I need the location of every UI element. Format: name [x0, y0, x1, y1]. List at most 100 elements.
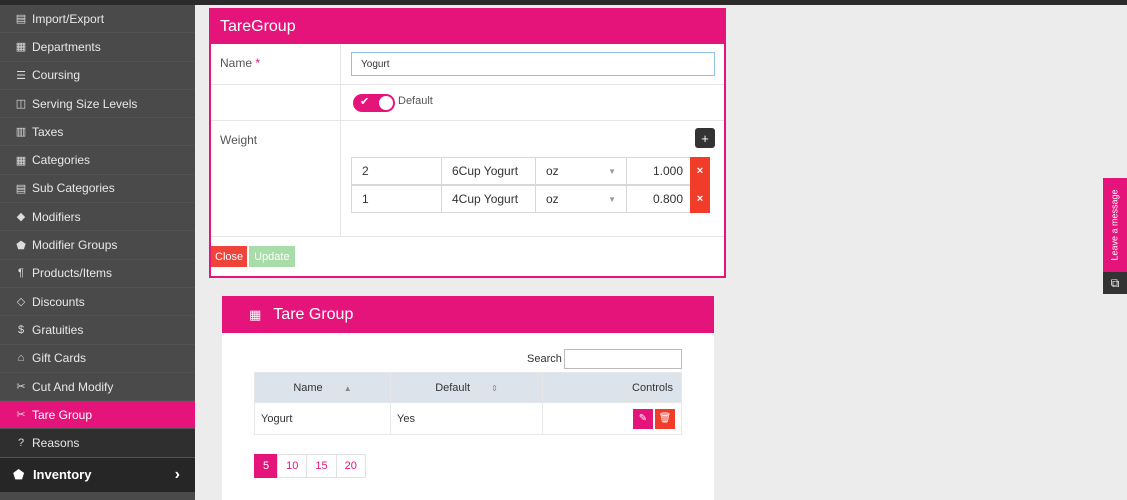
default-row: ✔ Default: [211, 85, 724, 121]
sidebar-item-label: Departments: [32, 39, 101, 54]
table-icon: ▦: [249, 306, 262, 322]
sidebar-item-label: Discounts: [32, 294, 85, 309]
weight-amount-field[interactable]: 1.000: [626, 157, 691, 185]
weight-unit-select[interactable]: oz ▼: [535, 157, 627, 185]
tare-group-icon: ✂: [16, 409, 26, 422]
required-mark: *: [255, 56, 261, 70]
name-label: Name *: [211, 44, 341, 84]
row-controls: ✎ 🗑: [549, 408, 675, 429]
form-title: TareGroup: [211, 10, 724, 44]
weight-qty-field[interactable]: 2: [351, 157, 442, 185]
sidebar-item-sub-categories[interactable]: ▤ Sub Categories: [0, 175, 195, 204]
weight-unit-select[interactable]: oz ▼: [535, 185, 627, 213]
sidebar-item-label: Gift Cards: [32, 351, 87, 366]
sidebar-item-label: Modifiers: [32, 209, 81, 224]
page-size-selector: 5 10 15 20: [254, 454, 366, 478]
grid-header: ▦ Tare Group: [222, 296, 714, 333]
chevron-right-icon: ›: [174, 465, 180, 483]
sort-icon: ⇕: [491, 383, 498, 393]
sidebar-item-label: Serving Size Levels: [32, 96, 138, 111]
name-value-cell: [341, 44, 724, 84]
search-label: Search: [527, 353, 562, 365]
chevron-down-icon: ▼: [608, 194, 616, 204]
cell-controls: ✎ 🗑: [542, 402, 682, 435]
modifiers-icon: ◆: [16, 211, 26, 224]
import-export-icon: ▤: [15, 13, 27, 26]
sidebar-item-products-items[interactable]: ¶ Products/Items: [0, 260, 195, 288]
weight-unit-value: oz: [546, 192, 559, 206]
sidebar-item-modifier-groups[interactable]: ⬟ Modifier Groups: [0, 231, 195, 260]
inventory-icon: ⬟: [13, 466, 25, 482]
cell-default: Yes: [390, 402, 543, 435]
sidebar-item-label: Import/Export: [32, 11, 105, 26]
weight-value-cell: + 2 6Cup Yogurt oz ▼ 1.000 × 1 4Cup Yogurt oz ▼ 0.…: [341, 121, 724, 236]
trash-icon[interactable]: 🗑: [655, 408, 675, 429]
table-row[interactable]: Yogurt Yes ✎ 🗑: [254, 402, 682, 435]
sidebar-item-gratuities[interactable]: $ Gratuities: [0, 316, 195, 345]
page-size-option[interactable]: 15: [306, 454, 337, 478]
sidebar-item-categories[interactable]: ▦ Categories: [0, 146, 195, 175]
page-size-option[interactable]: 10: [277, 454, 308, 478]
weight-item-field[interactable]: 6Cup Yogurt: [441, 157, 536, 185]
sidebar-item-gift-cards[interactable]: ⌂ Gift Cards: [0, 345, 195, 373]
close-button[interactable]: Close: [211, 246, 248, 267]
sidebar-item-coursing[interactable]: ☰ Coursing: [0, 62, 195, 90]
sidebar-item-label: Modifier Groups: [32, 238, 118, 253]
weight-qty-field[interactable]: 1: [351, 185, 442, 213]
reasons-icon: ?: [17, 437, 25, 450]
add-weight-button[interactable]: +: [695, 128, 715, 148]
close-icon: ×: [696, 193, 704, 205]
search-input[interactable]: [564, 349, 682, 369]
sidebar-item-serving-size-levels[interactable]: ◫ Serving Size Levels: [0, 90, 195, 119]
modifier-groups-icon: ⬟: [16, 239, 26, 252]
sidebar-item-taxes[interactable]: ▥ Taxes: [0, 118, 195, 147]
name-input[interactable]: [351, 52, 715, 76]
column-header-default[interactable]: Default ⇕: [390, 372, 543, 403]
products-icon: ¶: [18, 267, 24, 280]
toggle-knob: [379, 96, 393, 110]
sidebar-item-label: Tare Group: [32, 407, 93, 422]
column-controls-label: Controls: [632, 381, 673, 394]
sidebar-item-inventory[interactable]: ⬟ Inventory ›: [0, 457, 195, 492]
weight-label: Weight: [211, 121, 341, 236]
sidebar: ▤ Import/Export ▦ Departments ☰ Coursing ◫ Serv…: [0, 5, 195, 500]
table-header-row: Name ▲ Default ⇕ Controls: [254, 372, 682, 403]
grid-title: Tare Group: [273, 305, 354, 323]
delete-weight-button[interactable]: ×: [690, 185, 710, 213]
sidebar-item-label: Categories: [32, 153, 91, 168]
sidebar-item-label: Cut And Modify: [32, 379, 114, 394]
leave-message-tab[interactable]: Leave a message: [1103, 178, 1127, 272]
sidebar-item-reasons[interactable]: ? Reasons: [0, 429, 195, 458]
sidebar-item-tare-group[interactable]: ✂ Tare Group: [0, 401, 195, 430]
sidebar-item-departments[interactable]: ▦ Departments: [0, 33, 195, 62]
coursing-icon: ☰: [16, 69, 26, 82]
delete-weight-button[interactable]: ×: [690, 157, 710, 185]
column-header-name[interactable]: Name ▲: [254, 372, 391, 403]
sidebar-item-modifiers[interactable]: ◆ Modifiers: [0, 203, 195, 232]
sidebar-item-label: Reasons: [32, 436, 80, 451]
update-button[interactable]: Update: [249, 246, 295, 267]
default-toggle[interactable]: ✔: [353, 94, 395, 112]
page-size-option[interactable]: 5: [254, 454, 279, 478]
weight-entry-row: 1 4Cup Yogurt oz ▼ 0.800 ×: [351, 185, 710, 213]
column-name-label: Name: [293, 381, 323, 394]
default-row-label: [211, 85, 341, 120]
weight-amount-field[interactable]: 0.800: [626, 185, 691, 213]
edit-icon[interactable]: ✎: [633, 408, 653, 429]
chevron-down-icon: ▼: [608, 166, 616, 176]
sidebar-item-label: Gratuities: [32, 322, 84, 337]
sidebar-item-cut-and-modify[interactable]: ✂ Cut And Modify: [0, 373, 195, 402]
chat-icon[interactable]: ⧉: [1103, 272, 1127, 294]
column-default-label: Default: [435, 381, 471, 394]
sidebar-item-discounts[interactable]: ◇ Discounts: [0, 288, 195, 317]
weight-item-field[interactable]: 4Cup Yogurt: [441, 185, 536, 213]
sidebar-item-label: Coursing: [32, 68, 81, 83]
sidebar-item-import-export[interactable]: ▤ Import/Export: [0, 5, 195, 34]
weight-row: Weight + 2 6Cup Yogurt oz ▼ 1.000 × 1 4Cup Yogu…: [211, 121, 724, 237]
leave-message-label: Leave a message: [1110, 189, 1121, 261]
gratuities-icon: $: [17, 323, 25, 336]
sort-asc-icon: ▲: [343, 383, 352, 393]
page-size-option[interactable]: 20: [335, 454, 366, 478]
tare-group-table: Name ▲ Default ⇕ Controls Yogurt Yes ✎ 🗑: [254, 372, 682, 435]
discounts-icon: ◇: [16, 296, 26, 309]
